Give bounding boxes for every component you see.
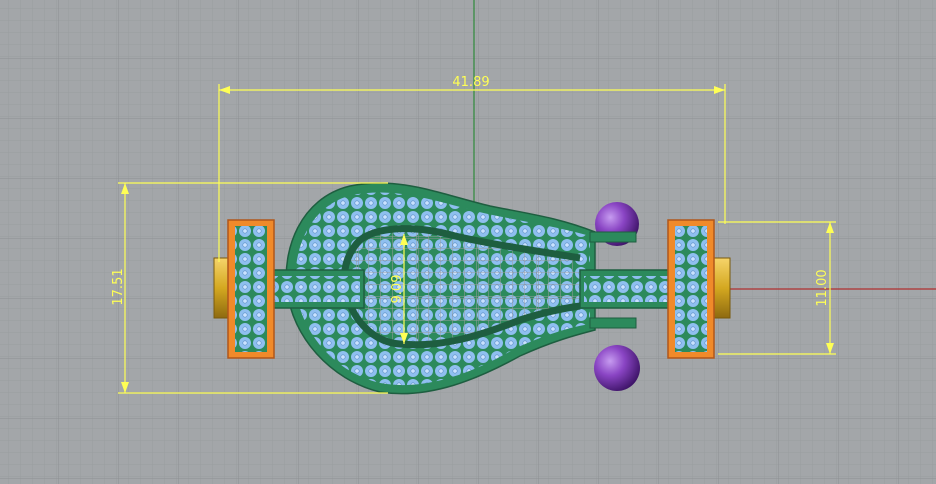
dim-endcap-label: 11.00 [815,269,830,306]
left-end-cap-stones [235,226,267,352]
dim-width-label: 41.89 [452,75,489,90]
dim-height-label: 17.51 [111,268,126,305]
right-bar-stones [584,276,668,302]
sphere-band-bottom [589,317,637,329]
left-bar-stones [272,276,360,302]
dim-inner-label: 9.09 [390,275,405,304]
cad-viewport[interactable]: 41.89 17.51 9.09 11.00 [0,0,936,484]
right-end-cap-stones [675,226,707,352]
sphere-bottom [594,345,640,391]
sphere-band-top [589,231,637,243]
viewport-canvas[interactable]: 41.89 17.51 9.09 11.00 [0,0,936,484]
